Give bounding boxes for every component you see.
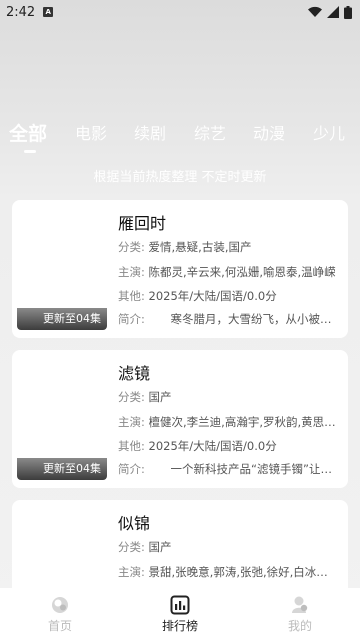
other-row: 其他: 2025年/大陆/国语/0.0分 [118, 438, 346, 454]
intro-value: 一个新科技产品“滤镜手镯”让… [170, 462, 332, 476]
notification-icon: A [43, 7, 54, 17]
wifi-icon [308, 6, 322, 17]
ranking-card[interactable]: 更新至04集 滤镜 分类: 国产 主演: 檀健次,李兰迪,高瀚宇,罗秋韵,黄思…… [12, 350, 348, 488]
card-title: 滤镜 [118, 364, 151, 383]
other-label: 其他: [118, 289, 145, 303]
ranking-subtitle: 根据当前热度整理 不定时更新 [93, 170, 267, 185]
cast-label: 主演: [118, 565, 145, 579]
cast-row: 主演: 陈都灵,辛云来,何泓姗,喻恩泰,温峥嵘 [118, 264, 346, 280]
cast-value: 景甜,张晚意,郭涛,张弛,徐好,白冰… [148, 565, 328, 579]
ranking-icon [170, 595, 190, 614]
cast-row: 主演: 景甜,张晚意,郭涛,张弛,徐好,白冰… [118, 564, 346, 580]
tab-movie[interactable]: 电影 [75, 118, 107, 154]
home-icon [52, 596, 68, 613]
intro-row: 简介: 一个新科技产品“滤镜手镯”让… [118, 461, 346, 477]
episode-badge: 更新至04集 [17, 458, 107, 480]
nav-ranking[interactable]: 排行榜 [120, 588, 240, 640]
tab-series[interactable]: 续剧 [134, 118, 166, 154]
bottom-nav: 首页 排行榜 我的 [0, 588, 360, 640]
card-title: 雁回时 [118, 214, 167, 233]
other-value: 2025年/大陆/国语/0.0分 [148, 289, 277, 303]
category-value: 国产 [148, 540, 172, 554]
intro-row: 简介: 寒冬腊月，大雪纷飞，从小被… [118, 311, 346, 327]
cast-row: 主演: 檀健次,李兰迪,高瀚宇,罗秋韵,黄思… [118, 414, 346, 430]
status-bar: 2:42 A [0, 0, 360, 24]
nav-profile[interactable]: 我的 [240, 588, 360, 640]
category-value: 国产 [148, 390, 172, 404]
tab-indicator [24, 150, 36, 153]
other-label: 其他: [118, 439, 145, 453]
other-row: 其他: 2025年/大陆/国语/0.0分 [118, 288, 346, 304]
ranking-card[interactable]: 更新至04集 雁回时 分类: 爱情,悬疑,古装,国产 主演: 陈都灵,辛云来,何… [12, 200, 348, 338]
episode-badge: 更新至04集 [17, 308, 107, 330]
cast-value: 檀健次,李兰迪,高瀚宇,罗秋韵,黄思… [148, 415, 336, 429]
category-label: 分类: [118, 390, 145, 404]
nav-home[interactable]: 首页 [0, 588, 120, 640]
tab-all[interactable]: 全部 [9, 118, 47, 154]
other-value: 2025年/大陆/国语/0.0分 [148, 439, 277, 453]
cast-value: 陈都灵,辛云来,何泓姗,喻恩泰,温峥嵘 [148, 265, 336, 279]
nav-ranking-label: 排行榜 [161, 618, 198, 633]
cast-label: 主演: [118, 265, 145, 279]
profile-icon [292, 596, 308, 613]
category-row: 分类: 国产 [118, 389, 346, 405]
intro-label: 简介: [118, 462, 145, 476]
category-value: 爱情,悬疑,古装,国产 [148, 240, 252, 254]
tab-variety[interactable]: 综艺 [194, 118, 226, 154]
battery-icon [344, 5, 352, 19]
poster-image[interactable]: 更新至04集 [17, 358, 107, 480]
signal-icon [327, 6, 339, 18]
category-row: 分类: 国产 [118, 539, 346, 555]
tab-anime[interactable]: 动漫 [253, 118, 285, 154]
intro-label: 简介: [118, 312, 145, 326]
card-title: 似锦 [118, 514, 151, 533]
status-time: 2:42 [6, 4, 36, 20]
cast-label: 主演: [118, 415, 145, 429]
tab-kids[interactable]: 少儿 [313, 118, 345, 154]
nav-profile-label: 我的 [287, 618, 312, 633]
intro-value: 寒冬腊月，大雪纷飞，从小被… [170, 312, 332, 326]
poster-image[interactable]: 更新至04集 [17, 208, 107, 330]
nav-home-label: 首页 [47, 618, 72, 633]
category-label: 分类: [118, 240, 145, 254]
category-row: 分类: 爱情,悬疑,古装,国产 [118, 239, 346, 255]
category-tabs: 全部 电影 续剧 综艺 动漫 少儿 [0, 118, 360, 154]
category-label: 分类: [118, 540, 145, 554]
